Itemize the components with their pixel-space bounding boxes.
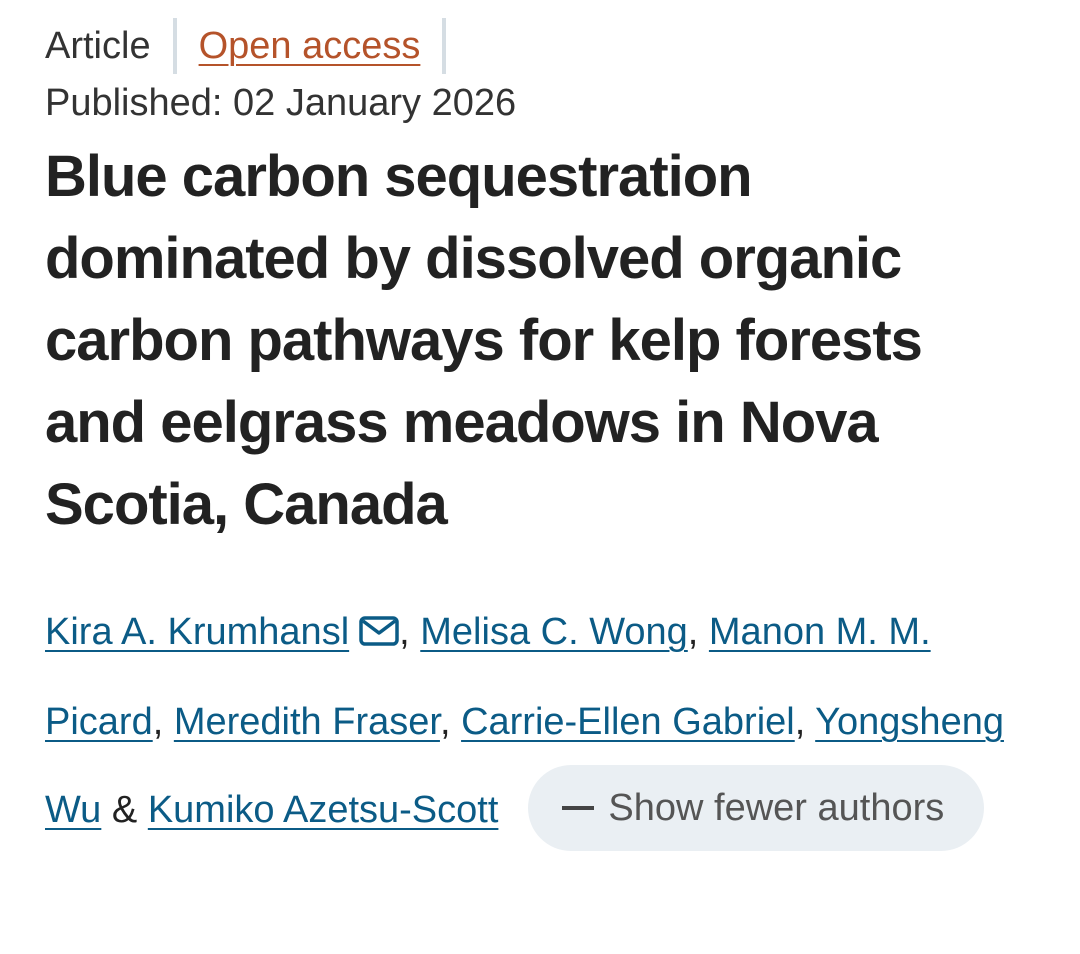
author-list: Kira A. Krumhansl, Melisa C. Wong, Manon…	[45, 588, 1045, 855]
show-fewer-authors-button[interactable]: Show fewer authors	[528, 764, 985, 851]
author-link[interactable]: Melisa C. Wong	[420, 611, 688, 653]
open-access-link[interactable]: Open access	[199, 27, 421, 65]
show-fewer-label: Show fewer authors	[608, 786, 945, 829]
author-separator: &	[111, 789, 138, 831]
author-link[interactable]: Kira A. Krumhansl	[45, 611, 349, 653]
author-link[interactable]: Kumiko Azetsu-Scott	[148, 789, 499, 831]
author-link[interactable]: Meredith Fraser	[174, 701, 440, 743]
author-separator: ,	[687, 611, 699, 653]
author-separator: ,	[399, 611, 410, 653]
published-date: Published: 02 January 2026	[45, 82, 517, 124]
author-separator: ,	[152, 701, 164, 743]
article-meta-row: Article Open access	[45, 16, 468, 76]
mail-icon[interactable]	[359, 590, 399, 678]
meta-divider	[172, 18, 177, 74]
article-title: Blue carbon sequestration dominated by d…	[45, 144, 923, 537]
meta-divider	[442, 18, 447, 74]
author-separator: ,	[439, 701, 451, 743]
author-separator: ,	[794, 701, 806, 743]
article-type-label: Article	[45, 25, 151, 67]
author-link[interactable]: Carrie-Ellen Gabriel	[461, 701, 795, 743]
minus-icon	[562, 805, 595, 810]
